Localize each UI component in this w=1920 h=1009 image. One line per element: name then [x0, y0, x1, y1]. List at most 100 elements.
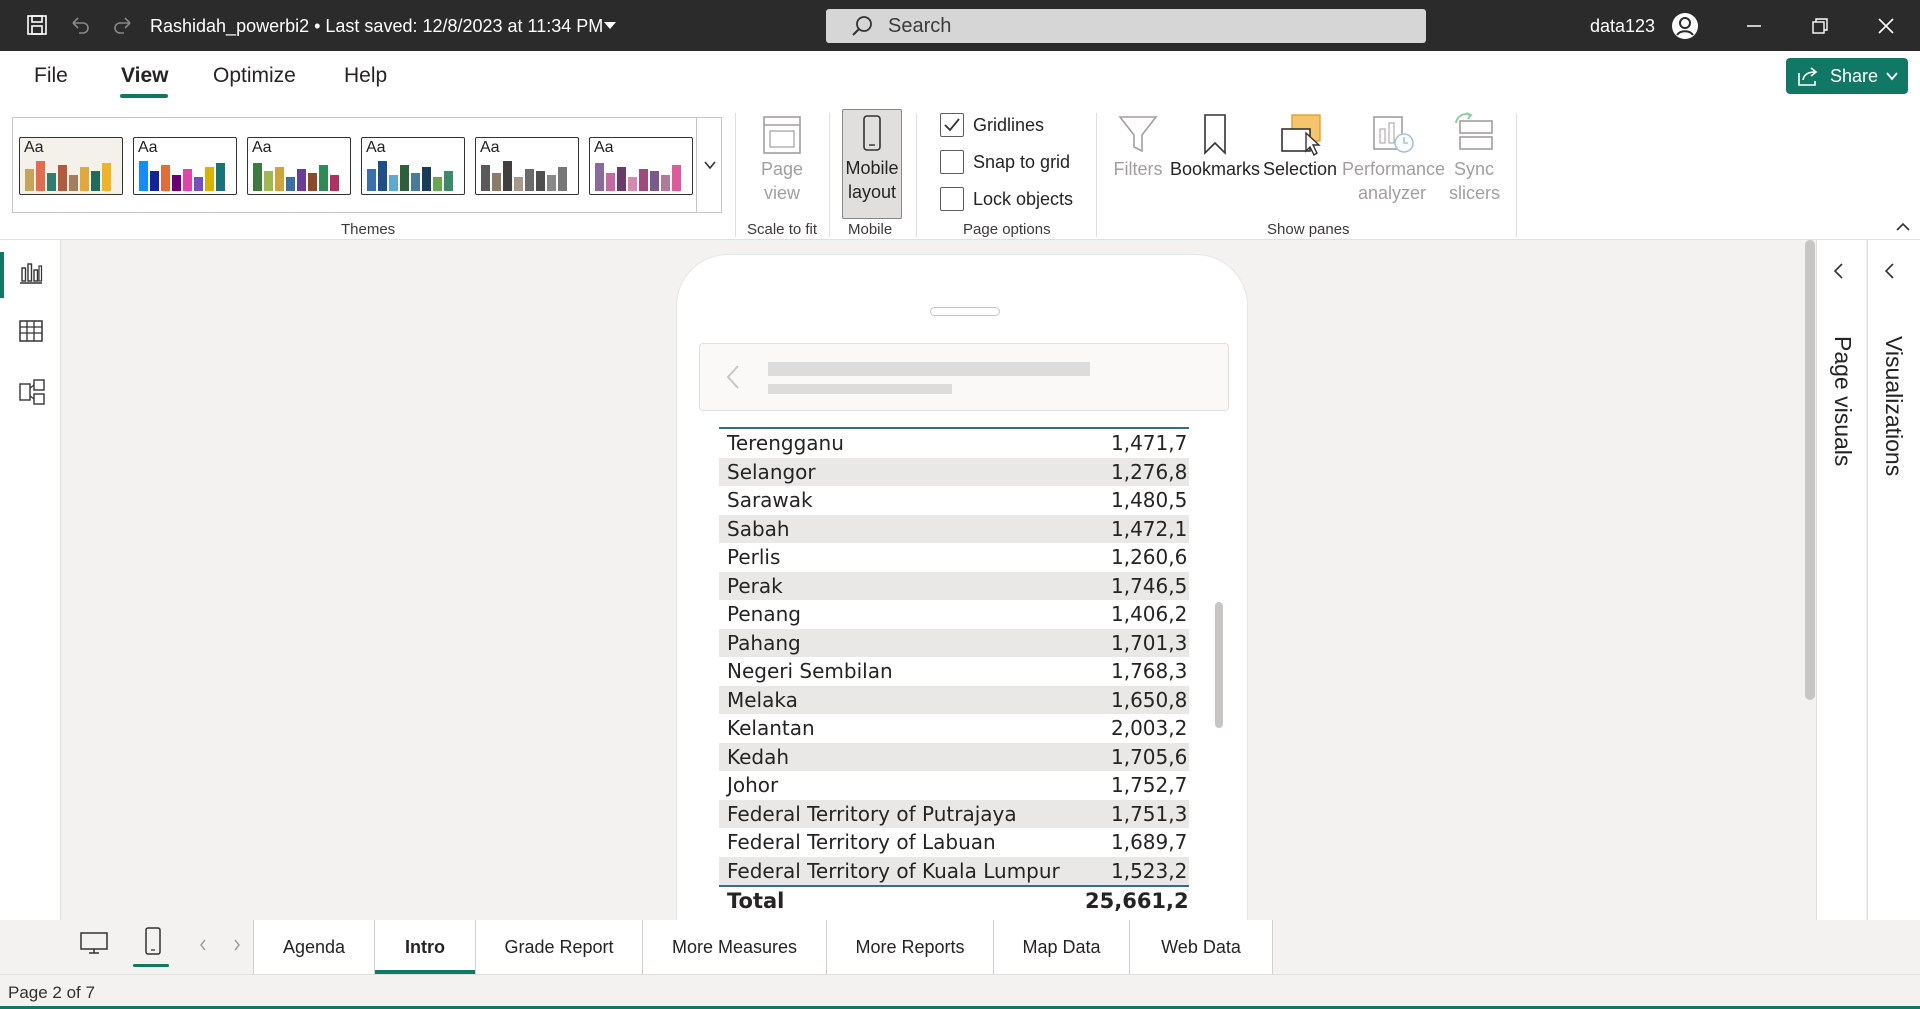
value-cell: 1,705,6 [1111, 744, 1188, 769]
gridlines-checkbox[interactable]: Gridlines [940, 113, 1044, 137]
snap-to-grid-checkbox[interactable]: Snap to grid [940, 150, 1070, 174]
table-row[interactable]: Perak 1,746,5 [719, 571, 1189, 600]
page-view-icon [763, 116, 801, 154]
table-row[interactable]: Sabah 1,472,1 [719, 514, 1189, 543]
state-name-cell: Selangor [727, 459, 816, 484]
tab-map-data[interactable]: Map Data [994, 920, 1130, 974]
report-view-icon[interactable] [18, 260, 44, 286]
undo-icon[interactable] [67, 12, 93, 38]
state-name-cell: Perak [727, 573, 783, 598]
tab-intro[interactable]: Intro [375, 920, 476, 974]
themes-more-button[interactable] [696, 118, 723, 212]
sync-slicers-button[interactable]: Sync slicers [1444, 111, 1504, 205]
table-row[interactable]: Sarawak 1,480,5 [719, 486, 1189, 515]
chevron-left-icon[interactable] [1883, 262, 1895, 280]
collapse-ribbon-icon[interactable] [1896, 219, 1910, 237]
close-icon[interactable] [1872, 12, 1900, 40]
visualizations-pane[interactable]: Visualizations [1867, 240, 1920, 920]
table-view-icon[interactable] [18, 318, 44, 344]
value-cell: 1,746,5 [1111, 573, 1188, 598]
theme-tile-label: Aa [366, 139, 386, 156]
theme-tile-3[interactable]: Aa [247, 137, 351, 195]
group-separator [1516, 113, 1517, 237]
restore-icon[interactable] [1806, 12, 1834, 40]
menu-view[interactable]: View [121, 64, 168, 88]
table-row[interactable]: Penang 1,406,2 [719, 600, 1189, 629]
selection-pane-button[interactable]: Selection [1262, 111, 1338, 181]
model-view-icon[interactable] [18, 378, 45, 405]
table-row[interactable]: Terengganu 1,471,7 [719, 429, 1189, 458]
total-value: 25,661,20 [1085, 889, 1189, 914]
state-name-cell: Negeri Sembilan [727, 659, 893, 684]
table-row[interactable]: Perlis 1,260,6 [719, 543, 1189, 572]
theme-tile-6[interactable]: Aa [589, 137, 693, 195]
page-view-button[interactable]: Page view [748, 111, 816, 205]
redo-icon[interactable] [110, 12, 136, 38]
table-row[interactable]: Kelantan 2,003,2 [719, 714, 1189, 743]
chevron-down-icon[interactable] [604, 22, 616, 29]
avatar-icon[interactable] [1671, 12, 1699, 40]
chevron-down-icon [704, 161, 716, 170]
desktop-layout-icon[interactable] [79, 930, 109, 961]
mobile-layout-icon[interactable] [133, 926, 169, 967]
tab-more-reports[interactable]: More Reports [827, 920, 994, 974]
table-row[interactable]: Melaka 1,650,8 [719, 685, 1189, 714]
minimize-icon[interactable] [1740, 12, 1768, 40]
theme-tile-1[interactable]: Aa [19, 137, 123, 195]
tab-grade-report[interactable]: Grade Report [476, 920, 643, 974]
search-icon [852, 16, 872, 36]
page-visuals-label: Page visuals [1830, 336, 1856, 467]
menu-help[interactable]: Help [344, 64, 387, 88]
theme-tile-2[interactable]: Aa [133, 137, 237, 195]
search-box[interactable]: Search [826, 9, 1426, 43]
tab-scroll-right-icon[interactable] [233, 938, 241, 957]
table-row[interactable]: Pahang 1,701,3 [719, 628, 1189, 657]
tab-scroll-left-icon[interactable] [199, 938, 207, 957]
document-title[interactable]: Rashidah_powerbi2 • Last saved: 12/8/202… [150, 16, 603, 37]
back-arrow-icon [726, 365, 739, 389]
view-switcher [0, 240, 61, 920]
table-row[interactable]: Federal Territory of Kuala Lumpur 1,523,2 [719, 856, 1189, 885]
sync-slicers-label: Sync slicers [1449, 159, 1501, 203]
lock-objects-checkbox[interactable]: Lock objects [940, 187, 1073, 211]
menu-file[interactable]: File [34, 64, 68, 88]
lock-objects-label: Lock objects [973, 188, 1074, 209]
state-name-cell: Johor [727, 773, 779, 798]
save-icon[interactable] [24, 12, 50, 38]
user-name[interactable]: data123 [1590, 16, 1655, 37]
state-name-cell: Kelantan [727, 716, 815, 741]
theme-tile-5[interactable]: Aa [475, 137, 579, 195]
table-row[interactable]: Selangor 1,276,8 [719, 457, 1189, 486]
value-cell: 1,480,5 [1111, 488, 1188, 513]
group-separator [1096, 113, 1097, 237]
snap-to-grid-label: Snap to grid [973, 151, 1071, 172]
table-row[interactable]: Negeri Sembilan 1,768,3 [719, 657, 1189, 686]
page-view-label: Page view [760, 159, 804, 203]
theme-tile-label: Aa [594, 139, 614, 156]
theme-tile-label: Aa [24, 139, 44, 156]
state-name-cell: Pahang [727, 630, 801, 655]
value-cell: 1,689,7 [1111, 830, 1188, 855]
value-cell: 1,523,2 [1111, 858, 1188, 883]
table-row[interactable]: Johor 1,752,7 [719, 771, 1189, 800]
visual-scrollbar[interactable] [1215, 602, 1223, 728]
filters-pane-button[interactable]: Filters [1108, 111, 1168, 181]
tab-agenda[interactable]: Agenda [253, 920, 375, 974]
menu-bar: File View Optimize Help Share [0, 51, 1920, 103]
page-visuals-pane[interactable]: Page visuals [1816, 240, 1866, 920]
table-visual[interactable]: Terengganu 1,471,7 Selangor 1,276,8 Sarawak 1… [719, 425, 1189, 920]
theme-tile-4[interactable]: Aa [361, 137, 465, 195]
tab-more-measures[interactable]: More Measures [643, 920, 827, 974]
table-row[interactable]: Federal Territory of Labuan 1,689,7 [719, 828, 1189, 857]
menu-optimize[interactable]: Optimize [213, 64, 296, 88]
chevron-left-icon[interactable] [1832, 262, 1844, 280]
bookmarks-pane-button[interactable]: Bookmarks [1170, 111, 1260, 181]
tab-web-data[interactable]: Web Data [1130, 920, 1273, 974]
mobile-layout-button[interactable]: Mobile layout [842, 109, 902, 219]
table-row[interactable]: Federal Territory of Putrajaya 1,751,3 [719, 799, 1189, 828]
table-row[interactable]: Kedah 1,705,6 [719, 742, 1189, 771]
share-button[interactable]: Share [1786, 58, 1908, 94]
performance-analyzer-button[interactable]: Performance analyzer [1340, 111, 1445, 205]
canvas-scrollbar[interactable] [1805, 240, 1815, 700]
group-separator [735, 113, 736, 237]
